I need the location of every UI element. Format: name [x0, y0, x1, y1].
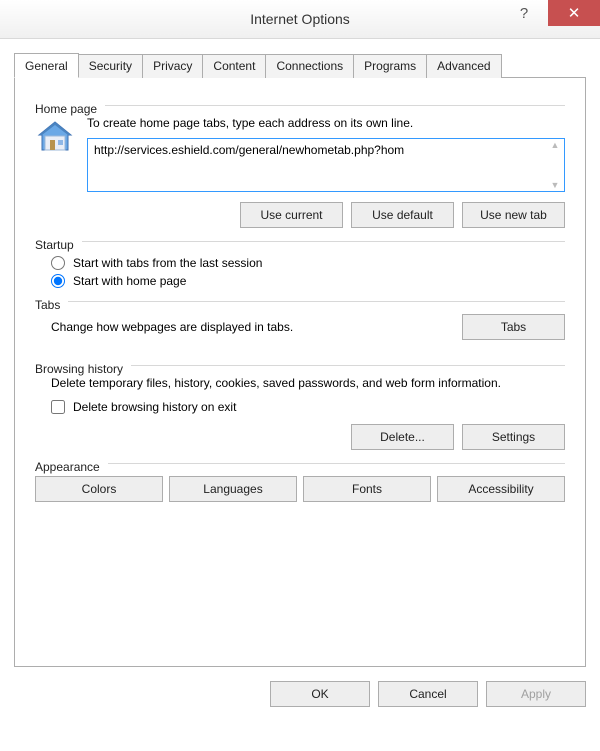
startup-home-page-radio[interactable]: [51, 274, 65, 288]
ok-button[interactable]: OK: [270, 681, 370, 707]
startup-home-page-label: Start with home page: [73, 274, 186, 288]
tab-connections[interactable]: Connections: [265, 54, 354, 78]
divider: [82, 241, 565, 242]
group-appearance: Appearance: [35, 460, 565, 474]
apply-button[interactable]: Apply: [486, 681, 586, 707]
group-startup: Startup: [35, 238, 565, 252]
tab-strip: General Security Privacy Content Connect…: [14, 54, 586, 78]
group-home-page: Home page: [35, 102, 565, 116]
tabs-section-row: Change how webpages are displayed in tab…: [51, 314, 565, 340]
home-page-right: To create home page tabs, type each addr…: [87, 116, 565, 228]
history-buttons: Delete... Settings: [35, 424, 565, 450]
home-page-row: To create home page tabs, type each addr…: [35, 116, 565, 228]
divider: [68, 301, 565, 302]
languages-button[interactable]: Languages: [169, 476, 297, 502]
dialog-footer: OK Cancel Apply: [0, 667, 600, 707]
help-button[interactable]: ?: [500, 0, 548, 26]
tab-security[interactable]: Security: [78, 54, 143, 78]
fonts-button[interactable]: Fonts: [303, 476, 431, 502]
startup-home-page-option[interactable]: Start with home page: [51, 274, 565, 288]
tab-content[interactable]: Content: [202, 54, 266, 78]
divider: [105, 105, 565, 106]
tab-advanced[interactable]: Advanced: [426, 54, 501, 78]
scroll-up-icon: ▲: [547, 140, 563, 150]
accessibility-button[interactable]: Accessibility: [437, 476, 565, 502]
tab-privacy[interactable]: Privacy: [142, 54, 203, 78]
divider: [131, 365, 565, 366]
tabs-section-description: Change how webpages are displayed in tab…: [51, 320, 462, 334]
home-page-url-input[interactable]: [90, 141, 544, 159]
delete-button[interactable]: Delete...: [351, 424, 454, 450]
home-page-buttons: Use current Use default Use new tab: [87, 202, 565, 228]
titlebar: Internet Options ? ✕: [0, 0, 600, 39]
close-button[interactable]: ✕: [548, 0, 600, 26]
window-title: Internet Options: [250, 11, 350, 27]
settings-button[interactable]: Settings: [462, 424, 565, 450]
home-page-description: To create home page tabs, type each addr…: [87, 116, 565, 130]
scroll-down-icon: ▼: [547, 180, 563, 190]
tab-panel-general: Home page To create home page tabs, type…: [14, 77, 586, 667]
history-description: Delete temporary files, history, cookies…: [51, 376, 565, 390]
delete-on-exit-option[interactable]: Delete browsing history on exit: [51, 400, 565, 414]
tabs-section-label: Tabs: [35, 298, 60, 312]
use-new-tab-button[interactable]: Use new tab: [462, 202, 565, 228]
tab-programs[interactable]: Programs: [353, 54, 427, 78]
delete-on-exit-label: Delete browsing history on exit: [73, 400, 236, 414]
startup-last-session-label: Start with tabs from the last session: [73, 256, 262, 270]
delete-on-exit-checkbox[interactable]: [51, 400, 65, 414]
titlebar-buttons: ? ✕: [500, 0, 600, 30]
home-page-url-box: ▲ ▼: [87, 138, 565, 192]
appearance-buttons: Colors Languages Fonts Accessibility: [35, 476, 565, 502]
cancel-button[interactable]: Cancel: [378, 681, 478, 707]
colors-button[interactable]: Colors: [35, 476, 163, 502]
url-scrollbar[interactable]: ▲ ▼: [547, 140, 563, 190]
startup-label: Startup: [35, 238, 74, 252]
startup-last-session-option[interactable]: Start with tabs from the last session: [51, 256, 565, 270]
use-default-button[interactable]: Use default: [351, 202, 454, 228]
dialog-content: General Security Privacy Content Connect…: [0, 39, 600, 667]
home-page-label: Home page: [35, 102, 97, 116]
divider: [108, 463, 565, 464]
tabs-button[interactable]: Tabs: [462, 314, 565, 340]
appearance-label: Appearance: [35, 460, 100, 474]
home-icon: [35, 118, 75, 158]
tab-general[interactable]: General: [14, 53, 79, 78]
group-history: Browsing history: [35, 362, 565, 376]
history-label: Browsing history: [35, 362, 123, 376]
use-current-button[interactable]: Use current: [240, 202, 343, 228]
group-tabs: Tabs: [35, 298, 565, 312]
startup-last-session-radio[interactable]: [51, 256, 65, 270]
